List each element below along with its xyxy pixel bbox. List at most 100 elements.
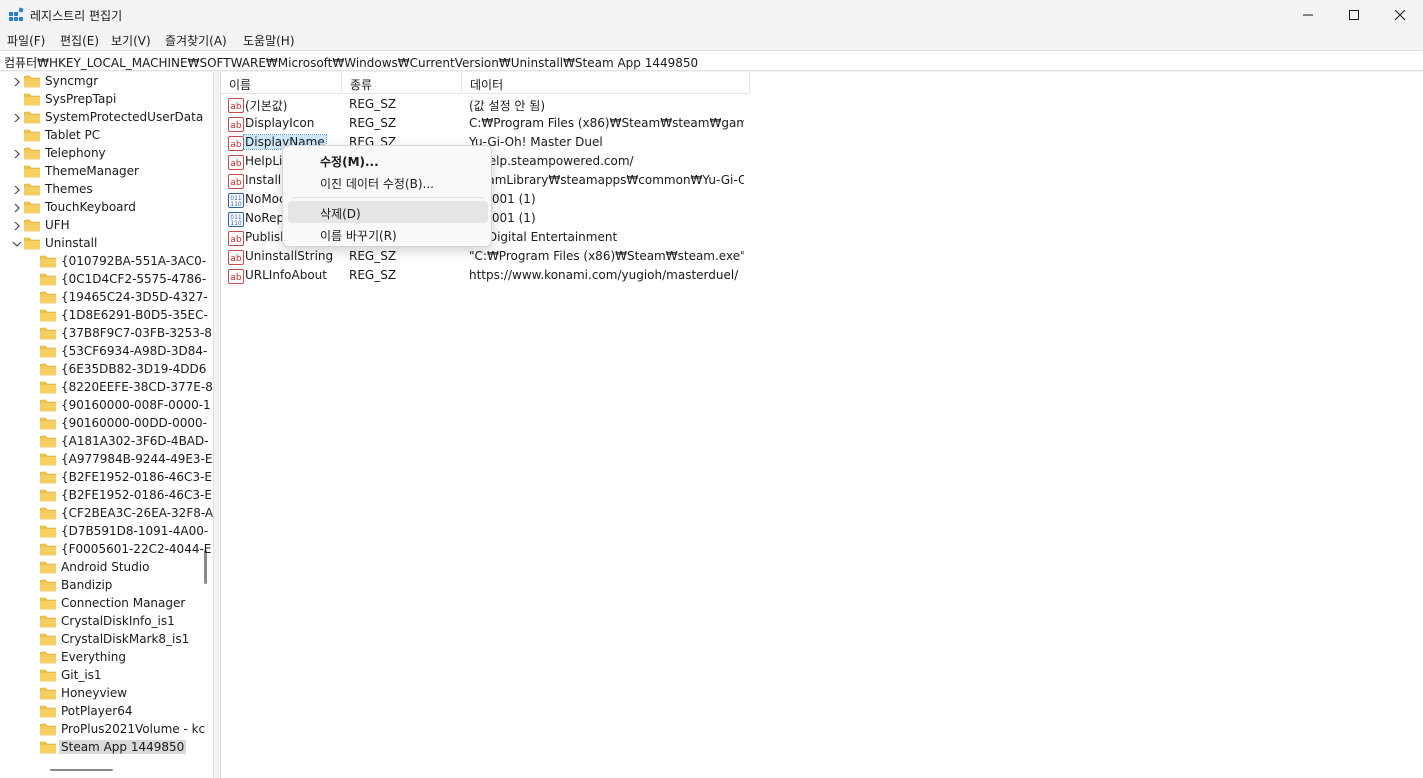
maximize-icon	[1349, 10, 1359, 20]
value-type: REG_SZ	[349, 268, 397, 282]
menu-help[interactable]: 도움말(H)	[243, 32, 295, 49]
tree-item-label: Steam App 1449850	[59, 740, 187, 754]
ctx-separator	[293, 197, 483, 198]
tree-horizontal-scrollbar[interactable]	[50, 769, 113, 771]
folder-icon	[24, 165, 40, 178]
ctx-delete[interactable]: 삭제(D)	[288, 201, 488, 223]
title-bar: 레지스트리 편집기	[0, 0, 1423, 30]
tree-item[interactable]: Syncmgr	[0, 73, 200, 91]
menu-bar: 파일(F) 편집(E) 보기(V) 즐겨찾기(A) 도움말(H)	[0, 30, 1423, 50]
value-name: NoMoc	[245, 192, 286, 206]
menu-view[interactable]: 보기(V)	[111, 32, 151, 49]
tree-item[interactable]: {6E35DB82-3D19-4DD6	[0, 361, 206, 379]
tree-item-label: Everything	[61, 650, 126, 664]
tree-item[interactable]: SysPrepTapi	[0, 91, 200, 109]
ctx-modify[interactable]: 수정(M)...	[288, 149, 488, 171]
chevron-right-icon[interactable]	[11, 202, 23, 214]
folder-icon	[40, 579, 56, 592]
menu-favorites[interactable]: 즐겨찾기(A)	[165, 32, 227, 49]
tree-item[interactable]: {D7B591D8-1091-4A00-	[0, 523, 208, 541]
value-row[interactable]: ab DisplayIcon REG_SZ C:₩Program Files (x86…	[221, 115, 981, 134]
tree-item-label: {D7B591D8-1091-4A00-	[61, 524, 209, 538]
tree-item[interactable]: {90160000-00DD-0000-	[0, 415, 207, 433]
tree-item[interactable]: Bandizip	[0, 577, 200, 595]
chevron-right-icon[interactable]	[11, 76, 23, 88]
tree-item[interactable]: Uninstall	[0, 235, 200, 253]
tree-item-label: Uninstall	[45, 236, 98, 250]
tree-item[interactable]: CrystalDiskMark8_is1	[0, 631, 200, 649]
folder-icon	[40, 345, 56, 358]
address-bar[interactable]: 컴퓨터₩HKEY_LOCAL_MACHINE₩SOFTWARE₩Microsof…	[0, 50, 1423, 71]
folder-icon	[40, 723, 56, 736]
minimize-button[interactable]	[1285, 0, 1331, 30]
column-header-data[interactable]: 데이터	[462, 72, 750, 94]
tree-item[interactable]: {010792BA-551A-3AC0-	[0, 253, 206, 271]
folder-icon	[40, 273, 56, 286]
string-value-icon: ab	[228, 117, 244, 132]
tree-item[interactable]: {CF2BEA3C-26EA-32F8-A	[0, 505, 213, 523]
chevron-right-icon[interactable]	[11, 184, 23, 196]
tree-item[interactable]: Tablet PC	[0, 127, 200, 145]
tree-item[interactable]: {0C1D4CF2-5575-4786-	[0, 271, 206, 289]
tree-item-label: {90160000-00DD-0000-	[61, 416, 207, 430]
ctx-modify-binary[interactable]: 이진 데이터 수정(B)...	[288, 171, 488, 193]
tree-item[interactable]: {8220EEFE-38CD-377E-8	[0, 379, 213, 397]
tree-item[interactable]: Themes	[0, 181, 200, 199]
tree-item[interactable]: Connection Manager	[0, 595, 200, 613]
chevron-down-icon[interactable]	[11, 238, 23, 250]
tree-item[interactable]: {F0005601-22C2-4044-E	[0, 541, 211, 559]
maximize-button[interactable]	[1331, 0, 1377, 30]
chevron-right-icon[interactable]	[11, 148, 23, 160]
value-row[interactable]: ab (기본값) REG_SZ (값 설정 안 됨)	[221, 96, 981, 115]
value-row[interactable]: ab UninstallString REG_SZ "C:₩Program Files…	[221, 248, 981, 267]
tree-item-label: {A181A302-3F6D-4BAD-	[61, 434, 209, 448]
string-value-icon: ab	[228, 250, 244, 265]
tree-item-label: {0C1D4CF2-5575-4786-	[61, 272, 207, 286]
folder-icon	[40, 453, 56, 466]
key-tree-pane[interactable]: Syncmgr SysPrepTapi SystemProtectedUserDat…	[0, 72, 214, 778]
tree-item-label: {CF2BEA3C-26EA-32F8-A	[61, 506, 214, 520]
tree-item[interactable]: Git_is1	[0, 667, 200, 685]
ctx-rename[interactable]: 이름 바꾸기(R)	[288, 223, 488, 245]
value-row[interactable]: ab URLInfoAbout REG_SZ https://www.konami.c…	[221, 267, 981, 286]
tree-item[interactable]: Everything	[0, 649, 200, 667]
tree-item-label: PotPlayer64	[61, 704, 133, 718]
tree-item[interactable]: {1D8E6291-B0D5-35EC-	[0, 307, 208, 325]
tree-item-label: Connection Manager	[61, 596, 186, 610]
folder-icon	[24, 237, 40, 250]
tree-item[interactable]: Steam App 1449850	[0, 739, 200, 757]
tree-item[interactable]: {53CF6934-A98D-3D84-	[0, 343, 207, 361]
address-path[interactable]: 컴퓨터₩HKEY_LOCAL_MACHINE₩SOFTWARE₩Microsof…	[4, 54, 698, 71]
tree-item[interactable]: PotPlayer64	[0, 703, 200, 721]
chevron-right-icon[interactable]	[11, 112, 23, 124]
tree-item-label: CrystalDiskMark8_is1	[61, 632, 190, 646]
tree-item[interactable]: {37B8F9C7-03FB-3253-8	[0, 325, 212, 343]
folder-icon	[40, 561, 56, 574]
chevron-right-icon[interactable]	[11, 220, 23, 232]
tree-item[interactable]: UFH	[0, 217, 200, 235]
close-button[interactable]	[1377, 0, 1423, 30]
svg-text:ab: ab	[230, 159, 242, 169]
tree-item[interactable]: {B2FE1952-0186-46C3-E	[0, 487, 212, 505]
folder-icon	[40, 471, 56, 484]
menu-file[interactable]: 파일(F)	[7, 32, 45, 49]
tree-item[interactable]: {90160000-008F-0000-1	[0, 397, 211, 415]
menu-edit[interactable]: 편집(E)	[60, 32, 99, 49]
column-header-type[interactable]: 종류	[342, 72, 462, 94]
tree-item[interactable]: ThemeManager	[0, 163, 200, 181]
value-name: (기본값)	[245, 99, 288, 113]
tree-item[interactable]: {B2FE1952-0186-46C3-E	[0, 469, 212, 487]
tree-item[interactable]: {A977984B-9244-49E3-E	[0, 451, 212, 469]
folder-icon	[40, 633, 56, 646]
tree-item[interactable]: Android Studio	[0, 559, 200, 577]
tree-item[interactable]: CrystalDiskInfo_is1	[0, 613, 200, 631]
column-header-name[interactable]: 이름	[221, 72, 342, 94]
tree-item[interactable]: ProPlus2021Volume - kc	[0, 721, 205, 739]
tree-item[interactable]: TouchKeyboard	[0, 199, 200, 217]
tree-item[interactable]: Telephony	[0, 145, 200, 163]
tree-item[interactable]: SystemProtectedUserData	[0, 109, 203, 127]
value-name: DisplayIcon	[245, 116, 315, 130]
tree-item[interactable]: {19465C24-3D5D-4327-	[0, 289, 208, 307]
tree-item[interactable]: {A181A302-3F6D-4BAD-	[0, 433, 209, 451]
tree-item[interactable]: Honeyview	[0, 685, 200, 703]
